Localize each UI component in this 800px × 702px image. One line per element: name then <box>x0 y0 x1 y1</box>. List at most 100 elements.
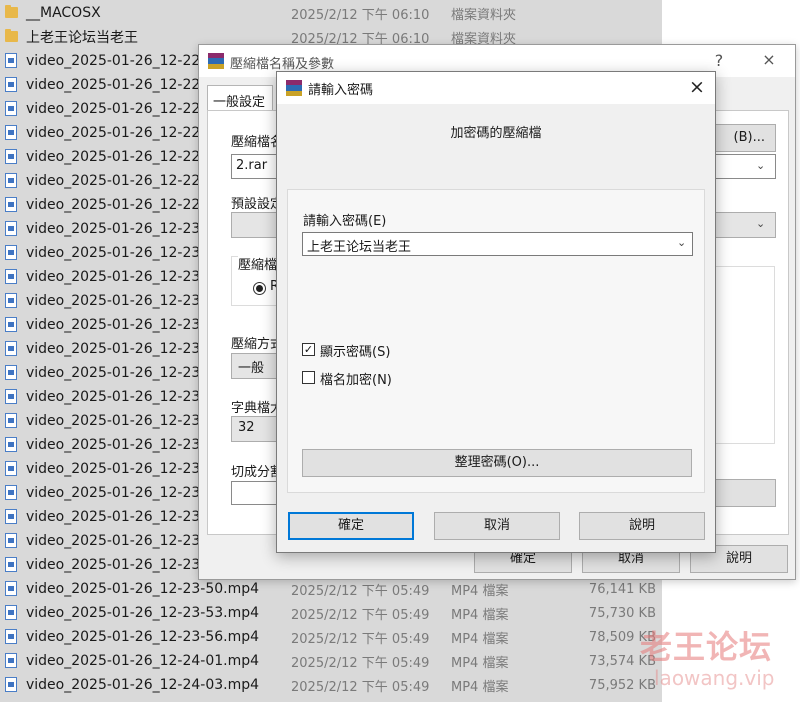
password-panel: 請輸入密碼(E) 上老王论坛当老王 ⌄ ✓ 顯示密碼(S) 檔名加密(N) 整理… <box>287 189 705 493</box>
file-name: video_2025-01-26_12-23-2 <box>26 389 215 405</box>
file-name: video_2025-01-26_12-23-1 <box>26 293 215 309</box>
show-password-label: 顯示密碼(S) <box>320 345 391 360</box>
folder-icon <box>5 5 18 18</box>
watermark: 老王论坛 laowang.vip <box>640 622 800 698</box>
file-row[interactable]: video_2025-01-26_12-23-50.mp4 2025/2/12 下… <box>0 577 662 601</box>
video-file-icon <box>5 53 17 68</box>
rar-radio[interactable] <box>253 282 266 295</box>
file-name: video_2025-01-26_12-23-2 <box>26 365 215 381</box>
file-date: 2025/2/12 下午 05:49 <box>291 679 430 695</box>
file-name: video_2025-01-26_12-22-4 <box>26 101 215 117</box>
help-icon[interactable]: ? <box>709 51 729 70</box>
video-file-icon <box>5 245 17 260</box>
close-icon[interactable]: × <box>759 50 779 69</box>
chevron-down-icon[interactable]: ⌄ <box>756 217 765 230</box>
file-name: video_2025-01-26_12-23-0 <box>26 269 215 285</box>
file-type: MP4 檔案 <box>451 607 509 623</box>
password-dialog-titlebar[interactable]: 請輸入密碼 × <box>277 72 715 104</box>
video-file-icon <box>5 437 17 452</box>
file-row[interactable]: video_2025-01-26_12-24-03.mp4 2025/2/12 下… <box>0 673 662 697</box>
file-row[interactable]: video_2025-01-26_12-24-01.mp4 2025/2/12 下… <box>0 649 662 673</box>
file-name: __MACOSX <box>26 5 101 21</box>
file-row[interactable]: video_2025-01-26_12-23-53.mp4 2025/2/12 下… <box>0 601 662 625</box>
video-file-icon <box>5 293 17 308</box>
file-type: 檔案資料夾 <box>451 7 517 23</box>
file-name: video_2025-01-26_12-24-01.mp4 <box>26 653 260 669</box>
file-name: video_2025-01-26_12-23-4 <box>26 509 215 525</box>
file-name: video_2025-01-26_12-23-3 <box>26 485 215 501</box>
video-file-icon <box>5 269 17 284</box>
folder-row[interactable]: __MACOSX 2025/2/12 下午 06:10 檔案資料夾 <box>0 1 662 25</box>
video-file-icon <box>5 581 17 596</box>
file-name: video_2025-01-26_12-22-4 <box>26 149 215 165</box>
split-volume-field[interactable] <box>231 481 281 505</box>
video-file-icon <box>5 677 17 692</box>
file-name: 上老王论坛当老王 <box>26 30 138 46</box>
file-name: video_2025-01-26_12-23-3 <box>26 437 215 453</box>
password-input[interactable]: 上老王论坛当老王 <box>302 232 693 256</box>
winrar-app-icon <box>208 53 224 69</box>
video-file-icon <box>5 125 17 140</box>
video-file-icon <box>5 77 17 92</box>
tab-general[interactable]: 一般設定 <box>207 85 273 111</box>
file-name: video_2025-01-26_12-23-0 <box>26 245 215 261</box>
file-name: video_2025-01-26_12-22-4 <box>26 173 215 189</box>
archive-dialog-title: 壓縮檔名稱及參數 <box>230 57 335 72</box>
password-label: 請輸入密碼(E) <box>303 214 387 229</box>
file-name: video_2025-01-26_12-22-3 <box>26 77 215 93</box>
video-file-icon <box>5 365 17 380</box>
format-group-label: 壓縮檔 <box>238 254 278 273</box>
password-dialog-heading: 加密碼的壓縮檔 <box>450 126 542 141</box>
video-file-icon <box>5 221 17 236</box>
video-file-icon <box>5 149 17 164</box>
file-type: MP4 檔案 <box>451 679 509 695</box>
method-dropdown[interactable]: 一般 <box>231 353 281 379</box>
chevron-down-icon[interactable]: ⌄ <box>756 159 765 172</box>
file-name: video_2025-01-26_12-23-53.mp4 <box>26 605 260 621</box>
video-file-icon <box>5 461 17 476</box>
show-password-checkbox[interactable]: ✓ <box>302 343 315 356</box>
help-button[interactable]: 說明 <box>579 512 705 540</box>
close-icon[interactable]: × <box>687 76 707 98</box>
folder-icon <box>5 29 18 42</box>
encrypt-names-checkbox[interactable] <box>302 371 315 384</box>
password-dialog: 請輸入密碼 × 加密碼的壓縮檔 請輸入密碼(E) 上老王论坛当老王 ⌄ ✓ 顯示… <box>276 71 716 553</box>
chevron-down-icon[interactable]: ⌄ <box>677 236 686 249</box>
file-size: 75,730 KB <box>588 605 656 621</box>
options-group <box>713 266 775 444</box>
file-name: video_2025-01-26_12-24-03.mp4 <box>26 677 260 693</box>
video-file-icon <box>5 413 17 428</box>
video-file-icon <box>5 341 17 356</box>
watermark-title: 老王论坛 <box>640 628 773 666</box>
video-file-icon <box>5 629 17 644</box>
file-row[interactable]: video_2025-01-26_12-23-56.mp4 2025/2/12 下… <box>0 625 662 649</box>
video-file-icon <box>5 653 17 668</box>
winrar-app-icon <box>286 80 302 96</box>
file-name: video_2025-01-26_12-23-50.mp4 <box>26 581 260 597</box>
video-file-icon <box>5 173 17 188</box>
file-date: 2025/2/12 下午 05:49 <box>291 607 430 623</box>
file-date: 2025/2/12 下午 06:10 <box>291 7 430 23</box>
file-type: MP4 檔案 <box>451 583 509 599</box>
file-name: video_2025-01-26_12-23-56.mp4 <box>26 629 260 645</box>
dictionary-dropdown[interactable]: 32 <box>231 416 281 442</box>
video-file-icon <box>5 101 17 116</box>
file-date: 2025/2/12 下午 05:49 <box>291 631 430 647</box>
file-type: MP4 檔案 <box>451 655 509 671</box>
video-file-icon <box>5 197 17 212</box>
file-type: MP4 檔案 <box>451 631 509 647</box>
video-file-icon <box>5 605 17 620</box>
file-name: video_2025-01-26_12-23-3 <box>26 461 215 477</box>
organize-passwords-button[interactable]: 整理密碼(O)... <box>302 449 692 477</box>
file-size: 76,141 KB <box>588 581 656 597</box>
file-name: video_2025-01-26_12-23-4 <box>26 557 215 573</box>
file-name: video_2025-01-26_12-22-2 <box>26 53 215 69</box>
cancel-button[interactable]: 取消 <box>434 512 560 540</box>
video-file-icon <box>5 533 17 548</box>
file-date: 2025/2/12 下午 05:49 <box>291 583 430 599</box>
video-file-icon <box>5 317 17 332</box>
file-name: video_2025-01-26_12-22-5 <box>26 197 215 213</box>
file-name: video_2025-01-26_12-23-0 <box>26 221 215 237</box>
ok-button[interactable]: 確定 <box>288 512 414 540</box>
file-name: video_2025-01-26_12-23-2 <box>26 413 215 429</box>
